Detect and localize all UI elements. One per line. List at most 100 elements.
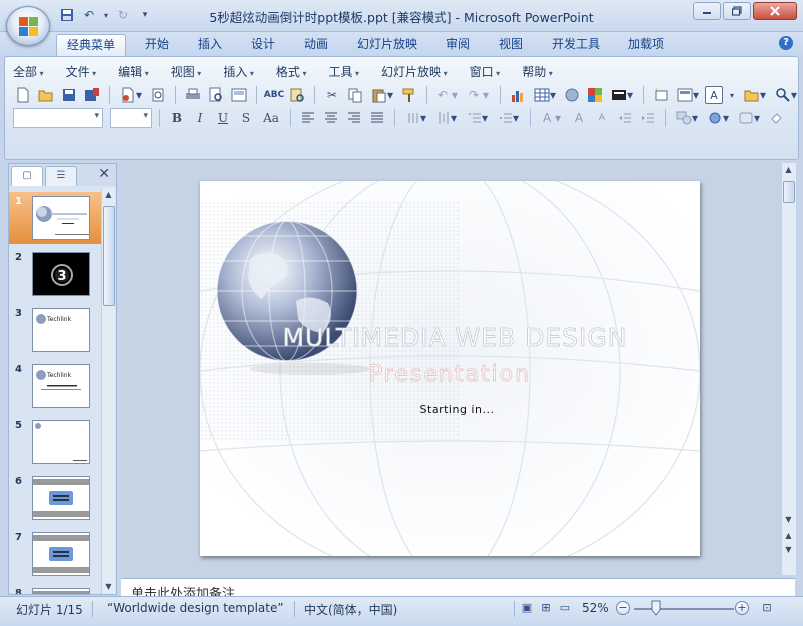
save-toolbar-icon[interactable] bbox=[59, 85, 79, 105]
justify-icon[interactable] bbox=[367, 108, 387, 128]
next-slide-icon[interactable]: ▼ bbox=[782, 543, 795, 557]
scroll-up-icon[interactable]: ▲ bbox=[782, 163, 795, 177]
font-name-select[interactable] bbox=[13, 108, 103, 128]
copy-icon[interactable] bbox=[345, 85, 365, 105]
thumbnails-scrollbar[interactable]: ▲ ▼ bbox=[101, 188, 115, 594]
tab-home[interactable]: 开始 bbox=[135, 34, 179, 56]
text-direction-icon[interactable]: ▾ bbox=[402, 108, 430, 128]
print-preview-icon[interactable] bbox=[206, 85, 226, 105]
close-pane-icon[interactable]: ✕ bbox=[98, 166, 110, 182]
insert-table-icon[interactable]: ▾ bbox=[531, 85, 559, 105]
decrease-indent-icon[interactable] bbox=[615, 108, 635, 128]
slide-thumbnail-6[interactable]: 6 bbox=[9, 472, 102, 524]
scrollbar-thumb[interactable] bbox=[103, 206, 115, 306]
paste-icon[interactable]: ▾ bbox=[368, 85, 396, 105]
publish-icon[interactable] bbox=[148, 85, 168, 105]
search-icon[interactable]: ▾ bbox=[772, 85, 800, 105]
change-case-button[interactable]: Aa bbox=[259, 108, 283, 128]
slide-thumbnail-4[interactable]: 4 Techlink bbox=[9, 360, 102, 412]
insert-chart-icon[interactable] bbox=[508, 85, 528, 105]
tab-review[interactable]: 审阅 bbox=[436, 34, 480, 56]
font-size-select[interactable] bbox=[110, 108, 152, 128]
zoom-slider-track[interactable] bbox=[634, 608, 734, 610]
menu-format[interactable]: 格式 bbox=[276, 63, 307, 81]
font-color-icon[interactable]: A ▾ bbox=[538, 108, 566, 128]
tab-classic-menu[interactable]: 经典菜单 bbox=[56, 34, 127, 56]
restore-button[interactable] bbox=[723, 2, 751, 20]
slide-thumbnail-8[interactable]: 8 bbox=[9, 584, 102, 594]
menu-slideshow[interactable]: 幻灯片放映 bbox=[381, 63, 448, 81]
quick-styles-icon[interactable]: ▾ bbox=[735, 108, 763, 128]
menu-edit[interactable]: 编辑 bbox=[118, 63, 149, 81]
format-painter-icon[interactable] bbox=[399, 85, 419, 105]
open-folder-icon[interactable] bbox=[36, 85, 56, 105]
slide-thumbnail-2[interactable]: 2 3 bbox=[9, 248, 102, 300]
increase-indent-icon[interactable] bbox=[638, 108, 658, 128]
print-icon[interactable] bbox=[183, 85, 203, 105]
slide-design-icon[interactable]: ▾ bbox=[674, 85, 702, 105]
text-box-icon[interactable]: A bbox=[705, 86, 723, 104]
menu-view[interactable]: 视图 bbox=[171, 63, 202, 81]
tab-insert[interactable]: 插入 bbox=[188, 34, 232, 56]
office-button[interactable] bbox=[6, 6, 50, 46]
notes-pane[interactable]: 单击此处添加备注 bbox=[121, 578, 795, 596]
slide-thumbnail-5[interactable]: 5 bbox=[9, 416, 102, 468]
slide-thumbnail-7[interactable]: 7 bbox=[9, 528, 102, 580]
scroll-up-icon[interactable]: ▲ bbox=[102, 188, 115, 202]
menu-insert[interactable]: 插入 bbox=[223, 63, 254, 81]
permission-icon[interactable]: ▾ bbox=[117, 85, 145, 105]
redo-toolbar-icon[interactable]: ↷ ▾ bbox=[465, 85, 493, 105]
align-left-icon[interactable] bbox=[298, 108, 318, 128]
fit-to-window-icon[interactable]: ⊡ bbox=[758, 600, 776, 617]
tab-developer[interactable]: 开发工具 bbox=[542, 34, 610, 56]
tab-view[interactable]: 视图 bbox=[489, 34, 533, 56]
zoom-out-icon[interactable]: − bbox=[616, 601, 630, 615]
zoom-slider-thumb[interactable] bbox=[651, 600, 661, 616]
align-text-icon[interactable]: ▾ bbox=[433, 108, 461, 128]
shrink-font-icon[interactable]: A bbox=[592, 108, 612, 128]
bullets-icon[interactable]: ▾ bbox=[495, 108, 523, 128]
previous-slide-icon[interactable]: ▲ bbox=[782, 529, 795, 543]
shape-fill-icon[interactable] bbox=[766, 108, 786, 128]
language-indicator[interactable]: 中文(简体，中国) bbox=[304, 601, 397, 618]
scrollbar-thumb[interactable] bbox=[783, 181, 795, 203]
folder-icon[interactable]: ▾ bbox=[741, 85, 769, 105]
undo-toolbar-icon[interactable]: ↶ ▾ bbox=[434, 85, 462, 105]
slide-layout-icon[interactable]: ▾ bbox=[608, 85, 636, 105]
tab-slideshow[interactable]: 幻灯片放映 bbox=[347, 34, 427, 56]
save-as-icon[interactable] bbox=[82, 85, 102, 105]
menu-window[interactable]: 窗口 bbox=[470, 63, 501, 81]
normal-view-icon[interactable]: ▣ bbox=[518, 600, 536, 617]
cut-icon[interactable]: ✂ bbox=[322, 85, 342, 105]
text-box-dropdown-icon[interactable]: ▾ bbox=[726, 85, 738, 105]
close-button[interactable] bbox=[753, 2, 797, 20]
align-right-icon[interactable] bbox=[344, 108, 364, 128]
menu-file[interactable]: 文件 bbox=[66, 63, 97, 81]
slide-canvas[interactable]: MULTIMEDIA WEB DESIGN Presentation Start… bbox=[200, 181, 700, 556]
new-slide-icon[interactable] bbox=[651, 85, 671, 105]
numbering-icon[interactable]: ▾ bbox=[464, 108, 492, 128]
research-icon[interactable] bbox=[287, 85, 307, 105]
underline-button[interactable]: U bbox=[213, 108, 233, 128]
tab-addins[interactable]: 加载项 bbox=[618, 34, 674, 56]
slide-scrollbar[interactable]: ▲ ▼ ▲ ▼ bbox=[781, 163, 796, 575]
align-center-icon[interactable] bbox=[321, 108, 341, 128]
zoom-level[interactable]: 52% bbox=[582, 601, 609, 615]
slideshow-view-icon[interactable]: ▭ bbox=[556, 600, 574, 617]
spelling-icon[interactable]: ABC bbox=[264, 85, 284, 105]
shapes-icon[interactable]: ▾ bbox=[673, 108, 701, 128]
grow-font-icon[interactable]: A bbox=[569, 108, 589, 128]
zoom-in-icon[interactable]: + bbox=[735, 601, 749, 615]
tab-animation[interactable]: 动画 bbox=[294, 34, 338, 56]
shadow-button[interactable]: S bbox=[236, 108, 256, 128]
new-file-icon[interactable] bbox=[13, 85, 33, 105]
menu-help[interactable]: 帮助 bbox=[522, 63, 553, 81]
arrange-icon[interactable]: ▾ bbox=[704, 108, 732, 128]
scroll-down-icon[interactable]: ▼ bbox=[102, 580, 115, 594]
slide-sorter-icon[interactable]: ⊞ bbox=[537, 600, 555, 617]
tab-design[interactable]: 设计 bbox=[241, 34, 285, 56]
insert-picture-icon[interactable] bbox=[562, 85, 582, 105]
slide-thumbnail-3[interactable]: 3 Techlink bbox=[9, 304, 102, 356]
outline-tab[interactable]: ☰ bbox=[45, 166, 77, 186]
scroll-down-icon[interactable]: ▼ bbox=[782, 513, 795, 527]
